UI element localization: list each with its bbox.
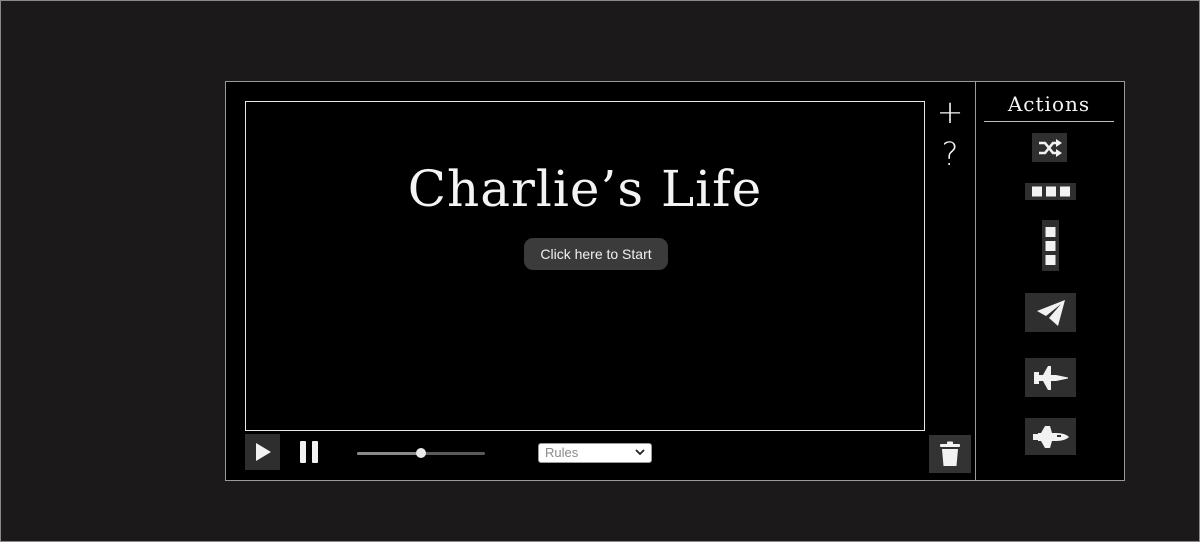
fighter-jet-icon [1033, 365, 1068, 390]
paper-plane-icon [1036, 299, 1065, 326]
trash-icon [940, 441, 960, 466]
rules-select[interactable]: Rules [538, 443, 652, 463]
shuffle-button[interactable] [1032, 133, 1067, 162]
horizontal-dots-icon [1031, 186, 1070, 197]
space-shuttle-icon [1032, 425, 1069, 448]
pause-icon-bar-left [300, 441, 306, 463]
slider-thumb[interactable] [416, 448, 426, 458]
shuffle-icon [1038, 138, 1062, 157]
shuttle-button[interactable] [1025, 418, 1076, 455]
jet-button[interactable] [1025, 358, 1076, 397]
start-button[interactable]: Click here to Start [524, 238, 668, 270]
playback-controls: Rules [245, 434, 925, 472]
volume-slider[interactable] [357, 446, 485, 460]
horizontal-layout-button[interactable] [1025, 183, 1076, 200]
chevron-down-icon [635, 449, 645, 456]
vertical-layout-button[interactable] [1042, 220, 1059, 271]
delete-button[interactable] [929, 435, 971, 473]
pause-icon-bar-right [312, 441, 318, 463]
pause-button[interactable] [294, 434, 324, 470]
play-icon [255, 443, 271, 461]
game-stage: Charlie’s Life Click here to Start [245, 101, 925, 431]
send-button[interactable] [1025, 293, 1076, 332]
vertical-dots-icon [1045, 226, 1056, 265]
app-window: Charlie’s Life Click here to Start + ? R… [225, 81, 1125, 481]
play-button[interactable] [245, 434, 280, 470]
actions-title: Actions [984, 90, 1114, 122]
rules-select-value: Rules [545, 445, 579, 460]
game-title: Charlie’s Life [407, 160, 763, 218]
help-button[interactable]: ? [935, 138, 965, 170]
add-button[interactable]: + [935, 96, 965, 128]
actions-panel: Actions [975, 81, 1125, 481]
slider-fill [357, 452, 421, 455]
